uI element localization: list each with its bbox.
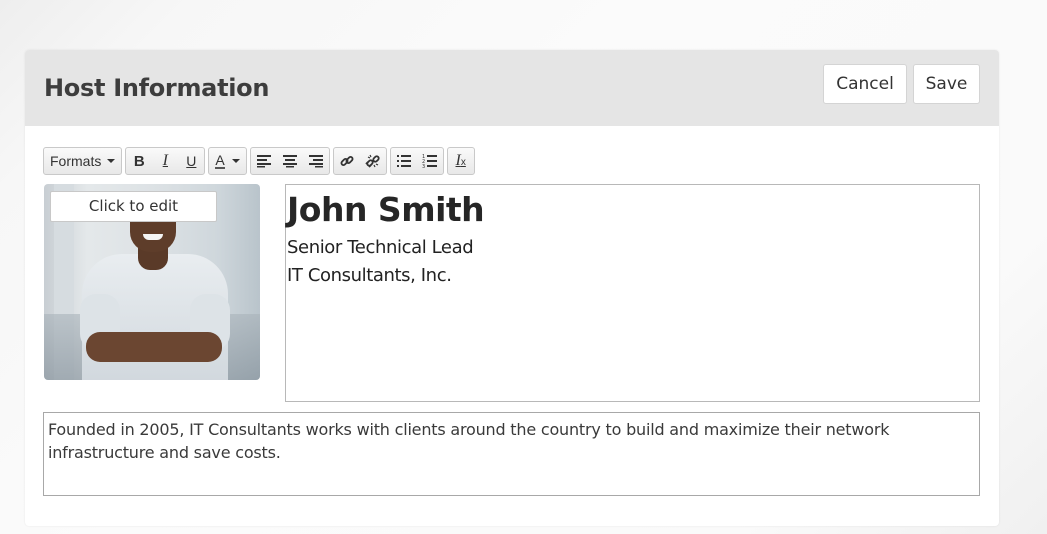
host-name: John Smith (287, 190, 485, 229)
link-icon (340, 156, 354, 166)
save-button[interactable]: Save (913, 64, 980, 104)
chevron-down-icon (107, 159, 116, 163)
chevron-down-icon (231, 159, 240, 163)
formats-label: Formats (50, 153, 102, 169)
photo-smile (143, 234, 163, 240)
panel-header: Host Information Cancel Save (25, 50, 999, 126)
align-center-button[interactable] (277, 148, 303, 174)
clear-formatting-button[interactable]: Ix (448, 148, 474, 174)
cancel-button[interactable]: Cancel (823, 64, 907, 104)
host-company: IT Consultants, Inc. (287, 265, 452, 286)
clear-formatting-subglyph: x (460, 157, 466, 168)
link-group (332, 147, 387, 175)
description-editor[interactable]: Founded in 2005, IT Consultants works wi… (43, 412, 980, 496)
editor-toolbar: Formats B I U A 1 2 3 Ix (43, 147, 476, 175)
bold-icon: B (133, 152, 145, 170)
italic-button[interactable]: I (152, 148, 178, 174)
insert-link-button[interactable] (334, 148, 360, 174)
underline-icon: U (186, 153, 197, 169)
align-left-button[interactable] (251, 148, 277, 174)
numbered-list-icon: 123 (422, 154, 437, 169)
unlink-icon (365, 154, 380, 168)
italic-icon: I (162, 152, 168, 169)
align-right-button[interactable] (303, 148, 329, 174)
text-color-button[interactable]: A (209, 148, 245, 174)
align-left-icon (256, 155, 271, 168)
align-center-icon (282, 155, 297, 168)
underline-button[interactable]: U (178, 148, 204, 174)
text-style-group: B I U (125, 147, 206, 175)
alignment-group (249, 147, 330, 175)
remove-link-button[interactable] (360, 148, 386, 174)
text-color-icon: A (215, 152, 225, 169)
bullet-list-icon (396, 155, 411, 167)
list-group: 123 (389, 147, 444, 175)
clear-formatting-group: Ix (446, 147, 475, 175)
click-to-edit-button[interactable]: Click to edit (50, 191, 217, 222)
photo-crossed-arms (86, 332, 222, 362)
bold-button[interactable]: B (126, 148, 152, 174)
page-title: Host Information (44, 74, 270, 102)
formats-group: Formats (43, 147, 123, 175)
clear-formatting-icon: Ix (456, 152, 466, 170)
align-right-icon (308, 155, 323, 168)
bullet-list-button[interactable] (391, 148, 417, 174)
host-information-panel: Host Information Cancel Save Formats B I… (25, 50, 999, 526)
svg-text:3: 3 (422, 164, 425, 169)
host-job-title: Senior Technical Lead (287, 237, 474, 258)
text-color-group: A (208, 147, 247, 175)
formats-dropdown[interactable]: Formats (44, 148, 121, 174)
numbered-list-button[interactable]: 123 (417, 148, 443, 174)
bio-editor[interactable]: John Smith Senior Technical Lead IT Cons… (285, 184, 980, 402)
